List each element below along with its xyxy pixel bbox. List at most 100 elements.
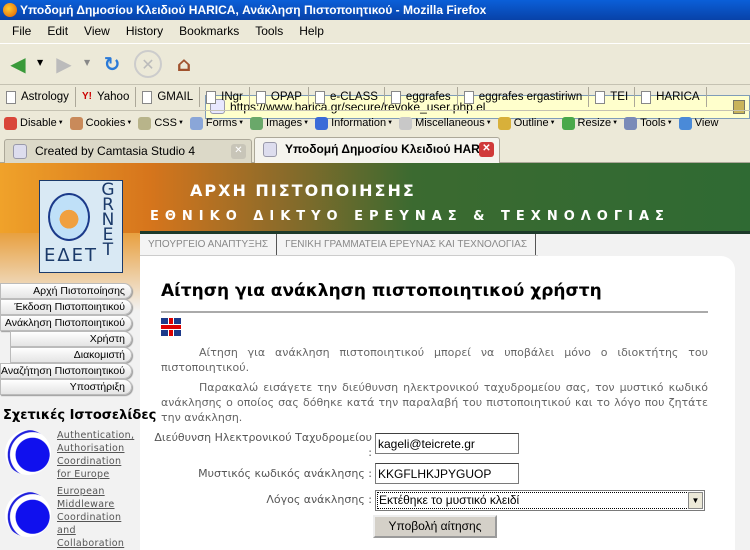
devtoolbar-label: Images (266, 117, 303, 129)
aace-logo-icon[interactable] (5, 430, 51, 475)
reason-label: Λόγος ανάκλησης : (266, 493, 372, 506)
email-input[interactable] (375, 433, 519, 454)
devtoolbar-tools[interactable]: Tools ▼ (624, 116, 673, 130)
tab-camtasia[interactable]: Created by Camtasia Studio 4 ✕ (4, 139, 252, 163)
css-icon (138, 116, 152, 130)
web-developer-toolbar: Disable ▼ Cookies ▼ CSS ▼ Forms ▼ Images ▼ Informa… (0, 110, 750, 135)
sidebar-item-4[interactable]: Διακομιστή (10, 347, 132, 363)
devtoolbar-cookies[interactable]: Cookies ▼ (69, 116, 133, 130)
bookmark-label: OPAP (270, 91, 302, 103)
tools-icon (624, 116, 638, 130)
sidebar-item-2[interactable]: Ανάκληση Πιστοποιητικού (0, 315, 132, 331)
instructions-paragraph: Παρακαλώ εισάγετε την διεύθυνση ηλεκτρον… (161, 381, 708, 424)
sidebar-item-5[interactable]: Αναζήτηση Πιστοποιητικού (0, 363, 132, 379)
devtoolbar-view[interactable]: View (678, 116, 718, 130)
window-title: Υποδομή Δημοσίου Κλειδιού HARICA, Ανάκλη… (20, 3, 487, 17)
tab-harica[interactable]: Υποδομή Δημοσίου Κλειδιού HARI... ✕ (254, 137, 500, 164)
page-icon (390, 90, 401, 104)
miscellaneous-icon (399, 116, 413, 130)
dropdown-arrow-icon: ▼ (57, 120, 64, 126)
yahoo-icon: Y! (81, 90, 92, 102)
menu-edit[interactable]: Edit (39, 20, 76, 43)
emc-logo-icon[interactable] (5, 492, 51, 537)
menu-tools[interactable]: Tools (247, 20, 291, 43)
related-link-aace[interactable]: Authentication, Authorisation Coordinati… (57, 429, 134, 481)
bookmark-ingr[interactable]: INgr (200, 87, 250, 107)
sidebar-item-0[interactable]: Αρχή Πιστοποίησης (0, 283, 132, 299)
devtoolbar-label: Disable (20, 117, 57, 129)
menu-file[interactable]: File (4, 20, 39, 43)
english-flag-icon[interactable] (161, 318, 181, 336)
devtoolbar-label: Miscellaneous (415, 117, 485, 129)
sidebar-item-1[interactable]: Έκδοση Πιστοποιητικού (0, 299, 132, 315)
submit-button[interactable]: Υποβολή αίτησης (373, 515, 497, 538)
menu-help[interactable]: Help (291, 20, 332, 43)
devtoolbar-resize[interactable]: Resize ▼ (561, 116, 618, 130)
devtoolbar-label: Cookies (85, 117, 126, 129)
back-arrow-icon[interactable]: ◀ (4, 50, 32, 78)
intro-paragraph: Αίτηση για ανάκληση πιστοποιητικού μπορε… (161, 346, 708, 374)
sidebar-item-3[interactable]: Χρήστη (10, 331, 132, 347)
reason-select[interactable]: Εκτέθηκε το μυστικό κλειδί ▼ (375, 490, 705, 511)
bookmark-eggrafes-ergastiriwn[interactable]: eggrafes ergastiriwn (458, 87, 590, 107)
bookmark-label: GMAIL (157, 91, 194, 103)
page-icon (142, 90, 153, 104)
banner-subtitle: ΕΘΝΙΚΟ ΔΙΚΤΥΟ ΕΡΕΥΝΑΣ & ΤΕΧΝΟΛΟΓΙΑΣ (150, 209, 670, 224)
close-tab-icon[interactable]: ✕ (479, 142, 494, 157)
chevron-down-icon[interactable]: ▼ (688, 492, 703, 509)
bookmark-harica[interactable]: HARICA (635, 87, 707, 107)
related-sites-heading: Σχετικές Ιστοσελίδες (3, 408, 157, 423)
reason-selected-value: Εκτέθηκε το μυστικό κλειδί (379, 493, 520, 507)
reload-icon[interactable]: ↻ (98, 50, 126, 78)
related-link-emc[interactable]: European Middleware Coordination and Col… (57, 485, 127, 550)
tab-favicon-icon (263, 142, 277, 157)
grnet-logo[interactable]: ΕΔΕΤ G R N E T (39, 180, 123, 273)
bookmark-opap[interactable]: OPAP (250, 87, 309, 107)
forward-dropdown-icon[interactable]: ▼ (84, 58, 90, 67)
bookmark-label: TEI (610, 91, 629, 103)
devtoolbar-label: Resize (577, 117, 612, 129)
information-icon (315, 116, 329, 130)
close-tab-icon[interactable]: ✕ (231, 144, 246, 159)
back-dropdown-icon[interactable]: ▼ (37, 58, 43, 67)
devtoolbar-label: Tools (640, 117, 666, 129)
disable-icon (4, 116, 17, 130)
bookmark-tei[interactable]: TEI (589, 87, 636, 107)
bookmark-astrology[interactable]: Astrology (0, 87, 76, 107)
logo-lettering: G R N E T (101, 180, 115, 260)
cookies-icon (69, 116, 83, 130)
dropdown-arrow-icon: ▼ (238, 120, 245, 126)
menu-view[interactable]: View (76, 20, 118, 43)
bookmark-gmail[interactable]: GMAIL (136, 87, 201, 107)
left-menu: Αρχή Πιστοποίησης Έκδοση Πιστοποιητικού Αν… (0, 283, 132, 395)
stop-icon[interactable]: ✕ (134, 50, 162, 78)
dropdown-arrow-icon: ▼ (126, 120, 133, 126)
page-icon (641, 90, 652, 104)
subnav-ministry-link[interactable]: ΥΠΟΥΡΓΕΙΟ ΑΝΑΠΤΥΞΗΣ (140, 234, 278, 255)
menu-history[interactable]: History (118, 20, 171, 43)
devtoolbar-information[interactable]: Information ▼ (315, 116, 393, 130)
devtoolbar-disable[interactable]: Disable ▼ (4, 116, 64, 130)
bookmark-eggrafes[interactable]: eggrafes (385, 87, 458, 107)
devtoolbar-miscellaneous[interactable]: Miscellaneous ▼ (399, 116, 492, 130)
firefox-icon (3, 3, 17, 17)
tab-favicon-icon (13, 144, 27, 159)
bookmark-label: eggrafes (405, 91, 451, 103)
subnav-gsrt-link[interactable]: ΓΕΝΙΚΗ ΓΡΑΜΜΑΤΕΙΑ ΕΡΕΥΝΑΣ ΚΑΙ ΤΕΧΝΟΛΟΓΙΑ… (277, 234, 537, 255)
home-icon[interactable]: ⌂ (170, 50, 198, 78)
dropdown-arrow-icon: ▼ (549, 120, 556, 126)
menu-bookmarks[interactable]: Bookmarks (171, 20, 247, 43)
bookmark-label: HARICA (656, 91, 700, 103)
revocation-code-input[interactable] (375, 463, 519, 484)
page-title: Αίτηση για ανάκληση πιστοποιητικού χρήστ… (161, 281, 602, 301)
forward-arrow-icon[interactable]: ▶ (50, 50, 78, 78)
devtoolbar-outline[interactable]: Outline ▼ (497, 116, 556, 130)
devtoolbar-css[interactable]: CSS ▼ (138, 116, 184, 130)
sidebar-item-6[interactable]: Υποστήριξη (0, 379, 132, 395)
bookmark-label: Yahoo (96, 91, 130, 103)
page-icon (595, 90, 606, 104)
bookmark-yahoo[interactable]: Y! Yahoo (76, 87, 137, 107)
devtoolbar-forms[interactable]: Forms ▼ (189, 116, 245, 130)
devtoolbar-images[interactable]: Images ▼ (250, 116, 309, 130)
bookmark-eclass[interactable]: e-CLASS (309, 87, 385, 107)
